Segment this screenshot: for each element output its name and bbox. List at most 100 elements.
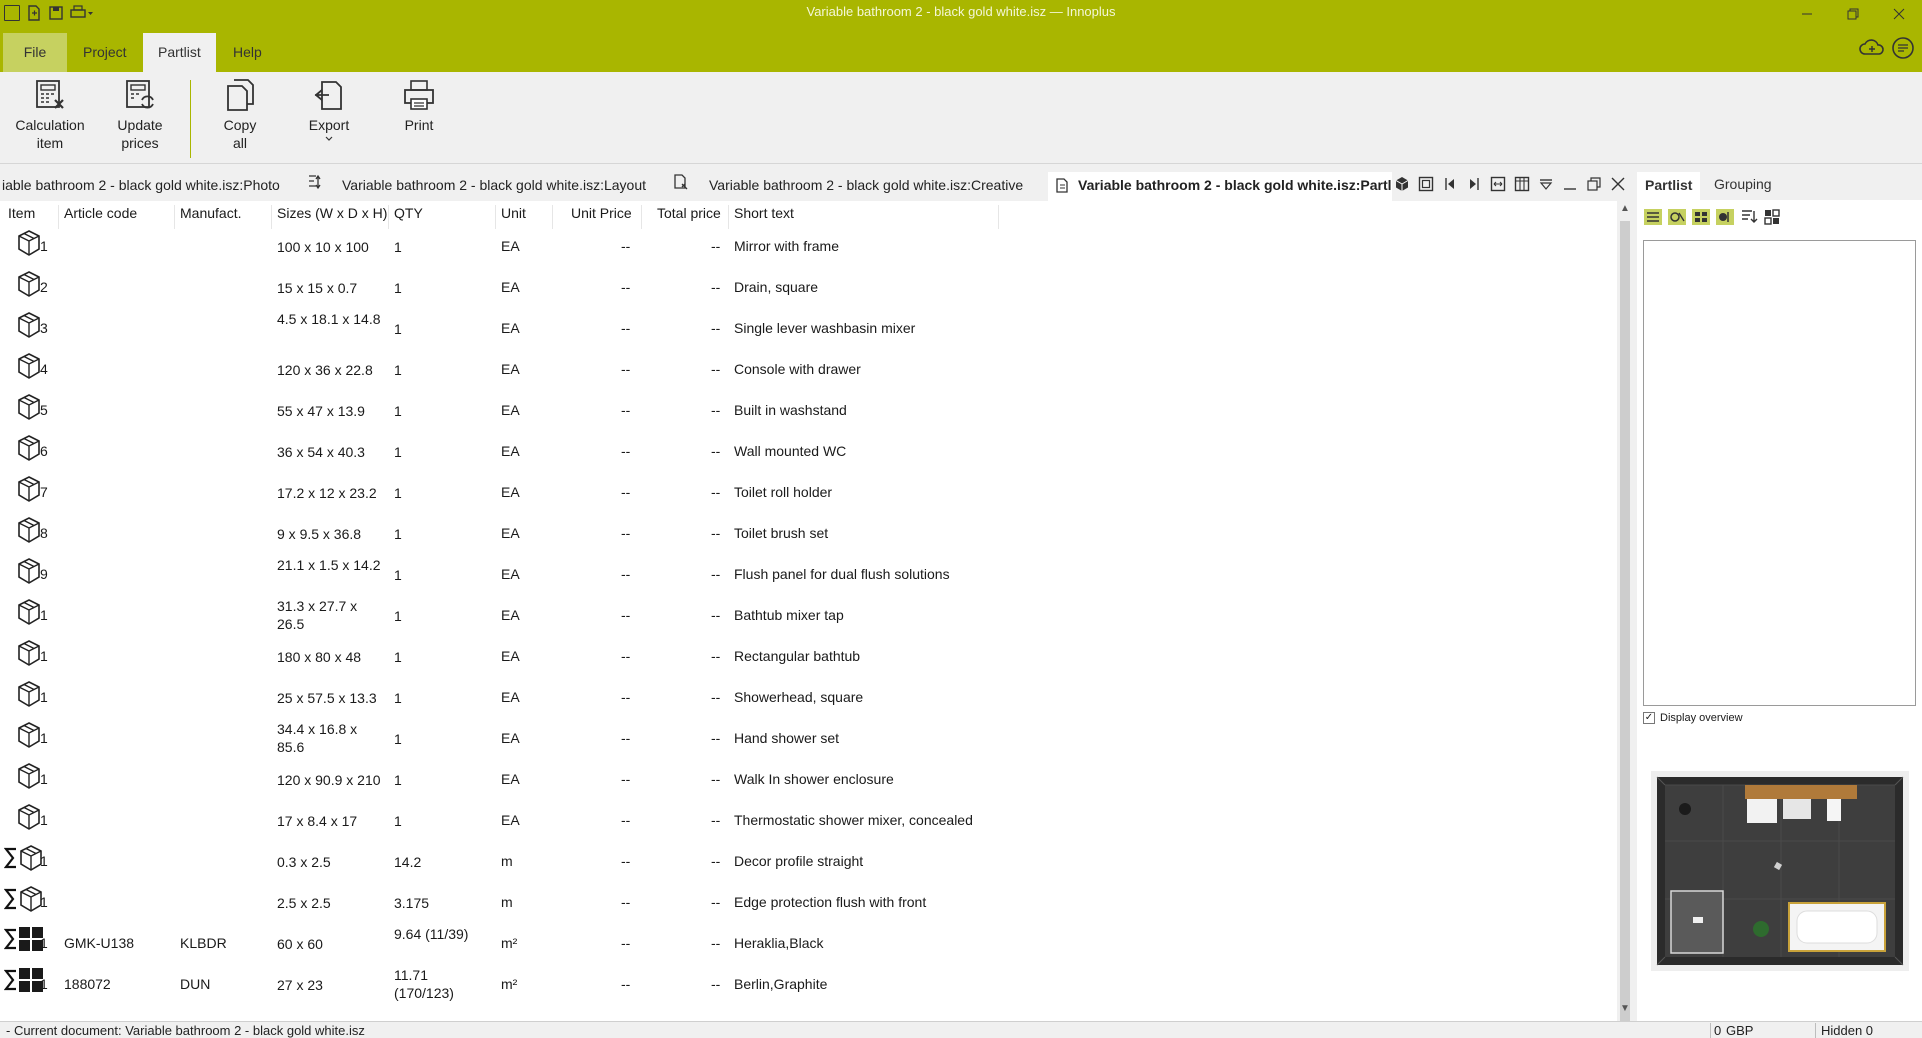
table-row[interactable]: 1 180 x 80 x 48 1 EA -- -- Rectangular bathtub bbox=[0, 635, 1000, 676]
article-box-icon bbox=[16, 393, 42, 421]
calculation-item-button[interactable]: Calculation item bbox=[14, 78, 86, 152]
table-row[interactable]: 1 120 x 90.9 x 210 1 EA -- -- Walk In shower e… bbox=[0, 758, 1000, 799]
col-header-qty[interactable]: QTY bbox=[394, 205, 423, 221]
table-row[interactable]: 7 17.2 x 12 x 23.2 1 EA -- -- Toilet roll hold… bbox=[0, 471, 1000, 512]
cell-size: 4.5 x 18.1 x 14.8 bbox=[277, 311, 381, 327]
cloud-icon[interactable] bbox=[1858, 36, 1886, 60]
export-button[interactable]: Export bbox=[304, 78, 354, 146]
scroll-thumb[interactable] bbox=[1620, 221, 1630, 1038]
table-row[interactable]: 1 34.4 x 16.8 x 85.6 1 EA -- -- Hand shower se… bbox=[0, 717, 1000, 758]
table-row[interactable]: 1 0.3 x 2.5 14.2 m -- -- Decor profile straigh… bbox=[0, 840, 1000, 881]
table-row[interactable]: 1 GMK-U138 KLBDR 60 x 60 9.64 (11/39) m² -- -- H… bbox=[0, 922, 1000, 963]
tab-help[interactable]: Help bbox=[218, 33, 277, 72]
table-row[interactable]: 1 2.5 x 2.5 3.175 m -- -- Edge protection flus… bbox=[0, 881, 1000, 922]
update-prices-button[interactable]: Update prices bbox=[112, 78, 168, 152]
show-items-icon[interactable] bbox=[1667, 208, 1689, 228]
cell-item: 1 bbox=[40, 648, 48, 664]
scroll-down-icon[interactable]: ▼ bbox=[1617, 1003, 1633, 1019]
sort-icon[interactable] bbox=[1739, 208, 1761, 228]
table-row[interactable]: 1 100 x 10 x 100 1 EA -- -- Mirror with frame bbox=[0, 225, 1000, 266]
article-box-icon bbox=[16, 639, 42, 667]
col-header-unit-price[interactable]: Unit Price bbox=[571, 205, 632, 221]
col-header-manufacturer[interactable]: Manufact. bbox=[180, 205, 241, 221]
close-tab-icon[interactable] bbox=[1606, 174, 1630, 194]
doc-tab-partlist[interactable]: Variable bathroom 2 - black gold white.i… bbox=[1048, 172, 1392, 201]
cell-unit-price: -- bbox=[621, 238, 631, 254]
restore-tab-icon[interactable] bbox=[1582, 174, 1606, 194]
table-row[interactable]: 1 17 x 8.4 x 17 1 EA -- -- Thermostatic shower… bbox=[0, 799, 1000, 840]
cell-size: 9 x 9.5 x 36.8 bbox=[277, 526, 362, 542]
table-row[interactable]: 5 55 x 47 x 13.9 1 EA -- -- Built in washstand bbox=[0, 389, 1000, 430]
table-row[interactable]: 2 15 x 15 x 0.7 1 EA -- -- Drain, square bbox=[0, 266, 1000, 307]
vertical-scrollbar[interactable]: ▲ ▼ bbox=[1617, 201, 1633, 1038]
cell-size: 15 x 15 x 0.7 bbox=[277, 280, 358, 296]
minimize-tab-icon[interactable] bbox=[1558, 174, 1582, 194]
frame-icon[interactable] bbox=[1414, 174, 1438, 194]
cell-qty: 1 bbox=[394, 567, 402, 583]
cell-qty: 1 bbox=[394, 485, 402, 501]
grid-settings-icon[interactable] bbox=[1763, 208, 1785, 228]
filter-dropdown-icon[interactable] bbox=[1534, 174, 1558, 194]
doc-tab-creative[interactable]: Variable bathroom 2 - black gold white.i… bbox=[709, 177, 1023, 193]
table-row[interactable]: 4 120 x 36 x 22.8 1 EA -- -- Console with draw… bbox=[0, 348, 1000, 389]
menu-right-icons bbox=[1858, 36, 1916, 60]
cube-view-icon[interactable] bbox=[1390, 174, 1414, 194]
col-header-short-text[interactable]: Short text bbox=[734, 205, 794, 221]
cell-item: 8 bbox=[40, 525, 48, 541]
tab-grouping[interactable]: Grouping bbox=[1714, 176, 1772, 192]
display-overview-label: Display overview bbox=[1660, 712, 1743, 724]
fit-width-icon[interactable] bbox=[1486, 174, 1510, 194]
group-tiles-icon[interactable] bbox=[1691, 208, 1713, 228]
chat-icon[interactable] bbox=[1890, 36, 1916, 60]
tab-partlist-panel[interactable]: Partlist bbox=[1637, 172, 1701, 200]
tab-project[interactable]: Project bbox=[68, 33, 142, 72]
cell-total-price: -- bbox=[711, 853, 721, 869]
cell-unit-price: -- bbox=[621, 812, 631, 828]
col-header-item[interactable]: Item bbox=[8, 205, 35, 221]
close-button[interactable] bbox=[1876, 0, 1922, 27]
checkbox-icon[interactable]: ✓ bbox=[1643, 712, 1655, 724]
table-row[interactable]: 1 31.3 x 27.7 x 26.5 1 EA -- -- Bathtub mixer … bbox=[0, 594, 1000, 635]
next-tab-icon[interactable] bbox=[1462, 174, 1486, 194]
minimize-button[interactable] bbox=[1784, 0, 1830, 27]
cell-item: 1 bbox=[40, 894, 48, 910]
restore-button[interactable] bbox=[1830, 0, 1876, 27]
cell-short-text: Rectangular bathtub bbox=[734, 648, 861, 664]
list-view-icon[interactable] bbox=[1643, 208, 1665, 228]
cell-qty: 1 bbox=[394, 403, 402, 419]
calculation-item-label-2: item bbox=[36, 135, 64, 151]
table-row[interactable]: 3 4.5 x 18.1 x 14.8 1 EA -- -- Single lever wa… bbox=[0, 307, 1000, 348]
copy-all-label-2: all bbox=[232, 135, 247, 151]
article-box-icon bbox=[16, 229, 42, 257]
col-header-article-code[interactable]: Article code bbox=[64, 205, 137, 221]
columns-icon[interactable] bbox=[1510, 174, 1534, 194]
display-overview-checkbox[interactable]: ✓ Display overview bbox=[1643, 712, 1743, 724]
col-header-unit[interactable]: Unit bbox=[501, 205, 526, 221]
cell-short-text: Toilet roll holder bbox=[734, 484, 833, 500]
col-header-sizes[interactable]: Sizes (W x D x H) bbox=[277, 205, 387, 221]
sum-tile-icon bbox=[4, 967, 44, 993]
cell-article-code: 188072 bbox=[64, 976, 111, 992]
cell-size: 55 x 47 x 13.9 bbox=[277, 403, 365, 419]
table-row[interactable]: 1 188072 DUN 27 x 23 11.71 (170/123) m² -- -- Be… bbox=[0, 963, 1000, 1004]
cell-total-price: -- bbox=[711, 648, 721, 664]
print-button[interactable]: Print bbox=[400, 78, 438, 134]
cell-short-text: Single lever washbasin mixer bbox=[734, 320, 916, 336]
copy-all-button[interactable]: Copy all bbox=[220, 78, 260, 152]
doc-tab-photo[interactable]: iable bathroom 2 - black gold white.isz:… bbox=[2, 177, 280, 193]
print-label: Print bbox=[404, 117, 434, 133]
doc-tab-layout[interactable]: Variable bathroom 2 - black gold white.i… bbox=[342, 177, 646, 193]
table-row[interactable]: 8 9 x 9.5 x 36.8 1 EA -- -- Toilet brush set bbox=[0, 512, 1000, 553]
scroll-up-icon[interactable]: ▲ bbox=[1617, 203, 1633, 219]
cell-qty: 1 bbox=[394, 362, 402, 378]
table-row[interactable]: 6 36 x 54 x 40.3 1 EA -- -- Wall mounted WC bbox=[0, 430, 1000, 471]
table-row[interactable]: 9 21.1 x 1.5 x 14.2 1 EA -- -- Flush panel for… bbox=[0, 553, 1000, 594]
show-hidden-icon[interactable] bbox=[1715, 208, 1737, 228]
table-row[interactable]: 1 25 x 57.5 x 13.3 1 EA -- -- Showerhead, squa… bbox=[0, 676, 1000, 717]
tab-file[interactable]: File bbox=[3, 33, 67, 72]
cell-total-price: -- bbox=[711, 238, 721, 254]
col-header-total-price[interactable]: Total price bbox=[657, 205, 721, 221]
tab-partlist[interactable]: Partlist bbox=[143, 33, 216, 72]
cell-qty: 1 bbox=[394, 280, 402, 296]
previous-tab-icon[interactable] bbox=[1438, 174, 1462, 194]
